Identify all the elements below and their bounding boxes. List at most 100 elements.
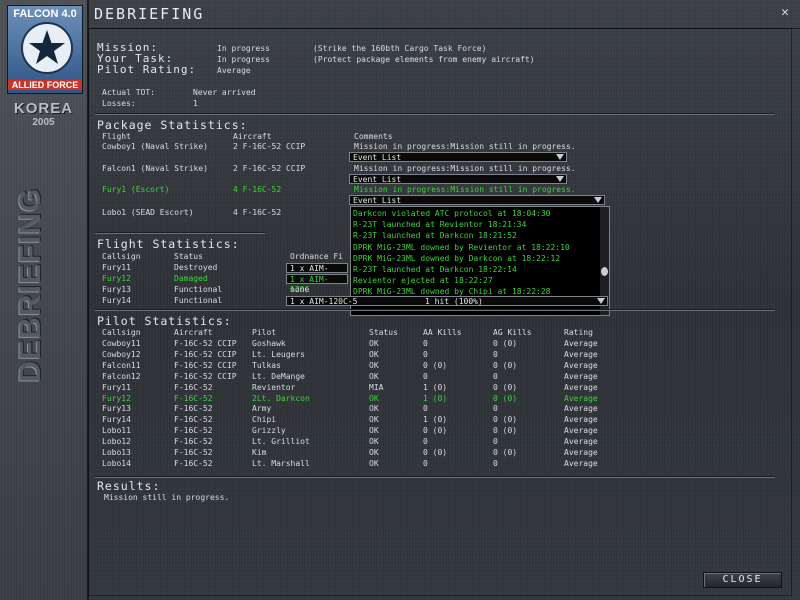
pilot-aa-kills: 1 (0): [423, 382, 448, 392]
ordnance-hits: 1 hit (100%): [425, 297, 483, 306]
pilot-ag-kills: 0 (0): [493, 415, 518, 425]
package-comment: Mission in progress:Mission still in pro…: [354, 142, 576, 151]
logo-subtitle: ALLIED FORCE: [8, 80, 82, 90]
flight-status: Functional: [174, 285, 223, 294]
event-item[interactable]: DPRK MiG-23ML downed by Revientor at 18:…: [353, 243, 570, 252]
results-title: Results:: [97, 479, 161, 493]
ordnance-select[interactable]: 1 x AIM-120C-5 1 hit (100%): [286, 296, 608, 306]
pilot-ag-kills: 0: [493, 371, 498, 381]
chevron-down-icon: [556, 176, 564, 182]
flight-header-ordnance: Ordnance Fi: [290, 252, 343, 261]
event-item[interactable]: R-23T launched at Darkcon 18:22:14: [353, 265, 517, 274]
pilot-status: OK: [369, 458, 379, 468]
pilot-rating: Average: [564, 404, 598, 414]
package-aircraft: 4 F-16C-52: [233, 185, 282, 194]
pilot-callsign: Fury12: [102, 393, 131, 403]
pilot-header-pilot: Pilot: [252, 328, 277, 337]
window-title: DEBRIEFING: [94, 5, 205, 23]
package-flight: Falcon1 (Naval Strike): [102, 164, 208, 173]
flight-callsign: Fury13: [102, 285, 131, 294]
pilot-callsign: Lobo13: [102, 448, 131, 457]
flight-ordnance: none: [290, 285, 310, 294]
chevron-down-icon: [556, 154, 564, 160]
divider: [95, 232, 265, 234]
package-comment: Mission in progress:Mission still in pro…: [354, 164, 576, 173]
pilot-rating: Average: [564, 382, 598, 392]
pilot-aa-kills: 0: [423, 404, 428, 414]
pilot-aircraft: F-16C-52: [174, 382, 213, 392]
pilot-status: OK: [369, 393, 379, 403]
pilot-status: OK: [369, 360, 379, 370]
pilot-ag-kills: 0 (0): [493, 448, 518, 457]
pilot-callsign: Cowboy12: [102, 349, 141, 359]
pilot-aa-kills: 0: [423, 458, 428, 468]
pilot-callsign: Falcon12: [102, 371, 141, 381]
pilot-name: Grizzly: [252, 426, 286, 436]
star-icon: [21, 22, 73, 74]
ordnance-select[interactable]: 1 x AIM-120C: [286, 274, 348, 294]
event-list-select[interactable]: Event List: [349, 152, 567, 162]
ordnance-select[interactable]: 1 x AIM-120C: [286, 263, 348, 283]
pilot-name: Kim: [252, 448, 267, 457]
pilot-rating: Average: [564, 426, 598, 436]
pilot-aircraft: F-16C-52: [174, 458, 213, 468]
event-list-select[interactable]: Event List: [349, 174, 567, 184]
pilot-aircraft: F-16C-52 CCIP: [174, 349, 237, 359]
pilot-ag-kills: 0: [493, 349, 498, 359]
pilot-callsign: Cowboy11: [102, 339, 141, 348]
pilot-status: MIA: [369, 382, 384, 392]
debriefing-screen: FALCON 4.0 ALLIED FORCE KOREA 2005 DEBRI…: [0, 0, 800, 600]
losses-label: Losses:: [102, 99, 136, 108]
pilot-status: OK: [369, 426, 379, 436]
flight-status: Damaged: [174, 274, 208, 283]
pilot-status: OK: [369, 349, 379, 359]
pilot-name: Revientor: [252, 382, 296, 392]
event-item[interactable]: DPRK MiG-23ML downed by Darkcon at 18:22…: [353, 254, 560, 263]
flight-header-callsign: Callsign: [102, 252, 141, 261]
vertical-title: DEBRIEFING: [14, 186, 47, 383]
pilot-aircraft: F-16C-52 CCIP: [174, 339, 237, 348]
tot-label: Actual TOT:: [102, 88, 155, 97]
pilot-name: 2Lt. Darkcon: [252, 393, 310, 403]
event-list-select[interactable]: Event List: [349, 195, 605, 205]
pilot-name: Chipi: [252, 415, 277, 425]
pilot-aa-kills: 1 (0): [423, 393, 448, 403]
pilot-aa-kills: 0: [423, 371, 428, 381]
title-bar: DEBRIEFING ✕: [88, 0, 800, 29]
pilot-callsign: Lobo14: [102, 458, 131, 468]
close-icon[interactable]: ✕: [778, 6, 792, 20]
pilot-rating: Average: [564, 415, 598, 425]
event-item[interactable]: R-23T launched at Darkcon 18:21:52: [353, 231, 517, 240]
pilot-rating: Average: [564, 339, 598, 348]
close-button[interactable]: CLOSE: [703, 572, 782, 588]
pilot-name: Lt. Leugers: [252, 349, 305, 359]
pilot-name: Tulkas: [252, 360, 281, 370]
package-comment: Mission in progress:Mission still in pro…: [354, 185, 576, 194]
pilot-name: Lt. DeMange: [252, 371, 305, 381]
mission-desc: (Strike the 160bth Cargo Task Force): [313, 44, 487, 53]
task-desc: (Protect package elements from enemy air…: [313, 55, 535, 64]
event-item[interactable]: Revientor ejected at 18:22:27: [353, 276, 493, 285]
pilot-callsign: Fury11: [102, 382, 131, 392]
event-item[interactable]: Darkcon violated ATC protocol at 18:04:3…: [353, 209, 550, 218]
pilot-ag-kills: 0: [493, 437, 498, 447]
flight-status: Destroyed: [174, 263, 218, 272]
pilot-aircraft: F-16C-52 CCIP: [174, 360, 237, 370]
divider: [95, 309, 775, 311]
package-header-aircraft: Aircraft: [233, 132, 272, 141]
scroll-thumb[interactable]: [601, 267, 608, 276]
theater-label: KOREA: [13, 100, 74, 117]
pilot-callsign: Falcon11: [102, 360, 141, 370]
event-item[interactable]: R-23T launched at Revientor 18:21:34: [353, 220, 526, 229]
divider: [95, 113, 775, 115]
pilot-header-rating: Rating: [564, 328, 593, 337]
package-header-comments: Comments: [354, 132, 393, 141]
flight-stats-title: Flight Statistics:: [97, 237, 240, 251]
pilot-name: Lt. Marshall: [252, 458, 310, 468]
package-flight: Cowboy1 (Naval Strike): [102, 142, 208, 151]
package-aircraft: 2 F-16C-52 CCIP: [233, 164, 306, 173]
package-header-flight: Flight: [102, 132, 131, 141]
pilot-callsign: Lobo12: [102, 437, 131, 447]
pilot-aa-kills: 0: [423, 339, 428, 348]
pilot-ag-kills: 0 (0): [493, 339, 518, 348]
